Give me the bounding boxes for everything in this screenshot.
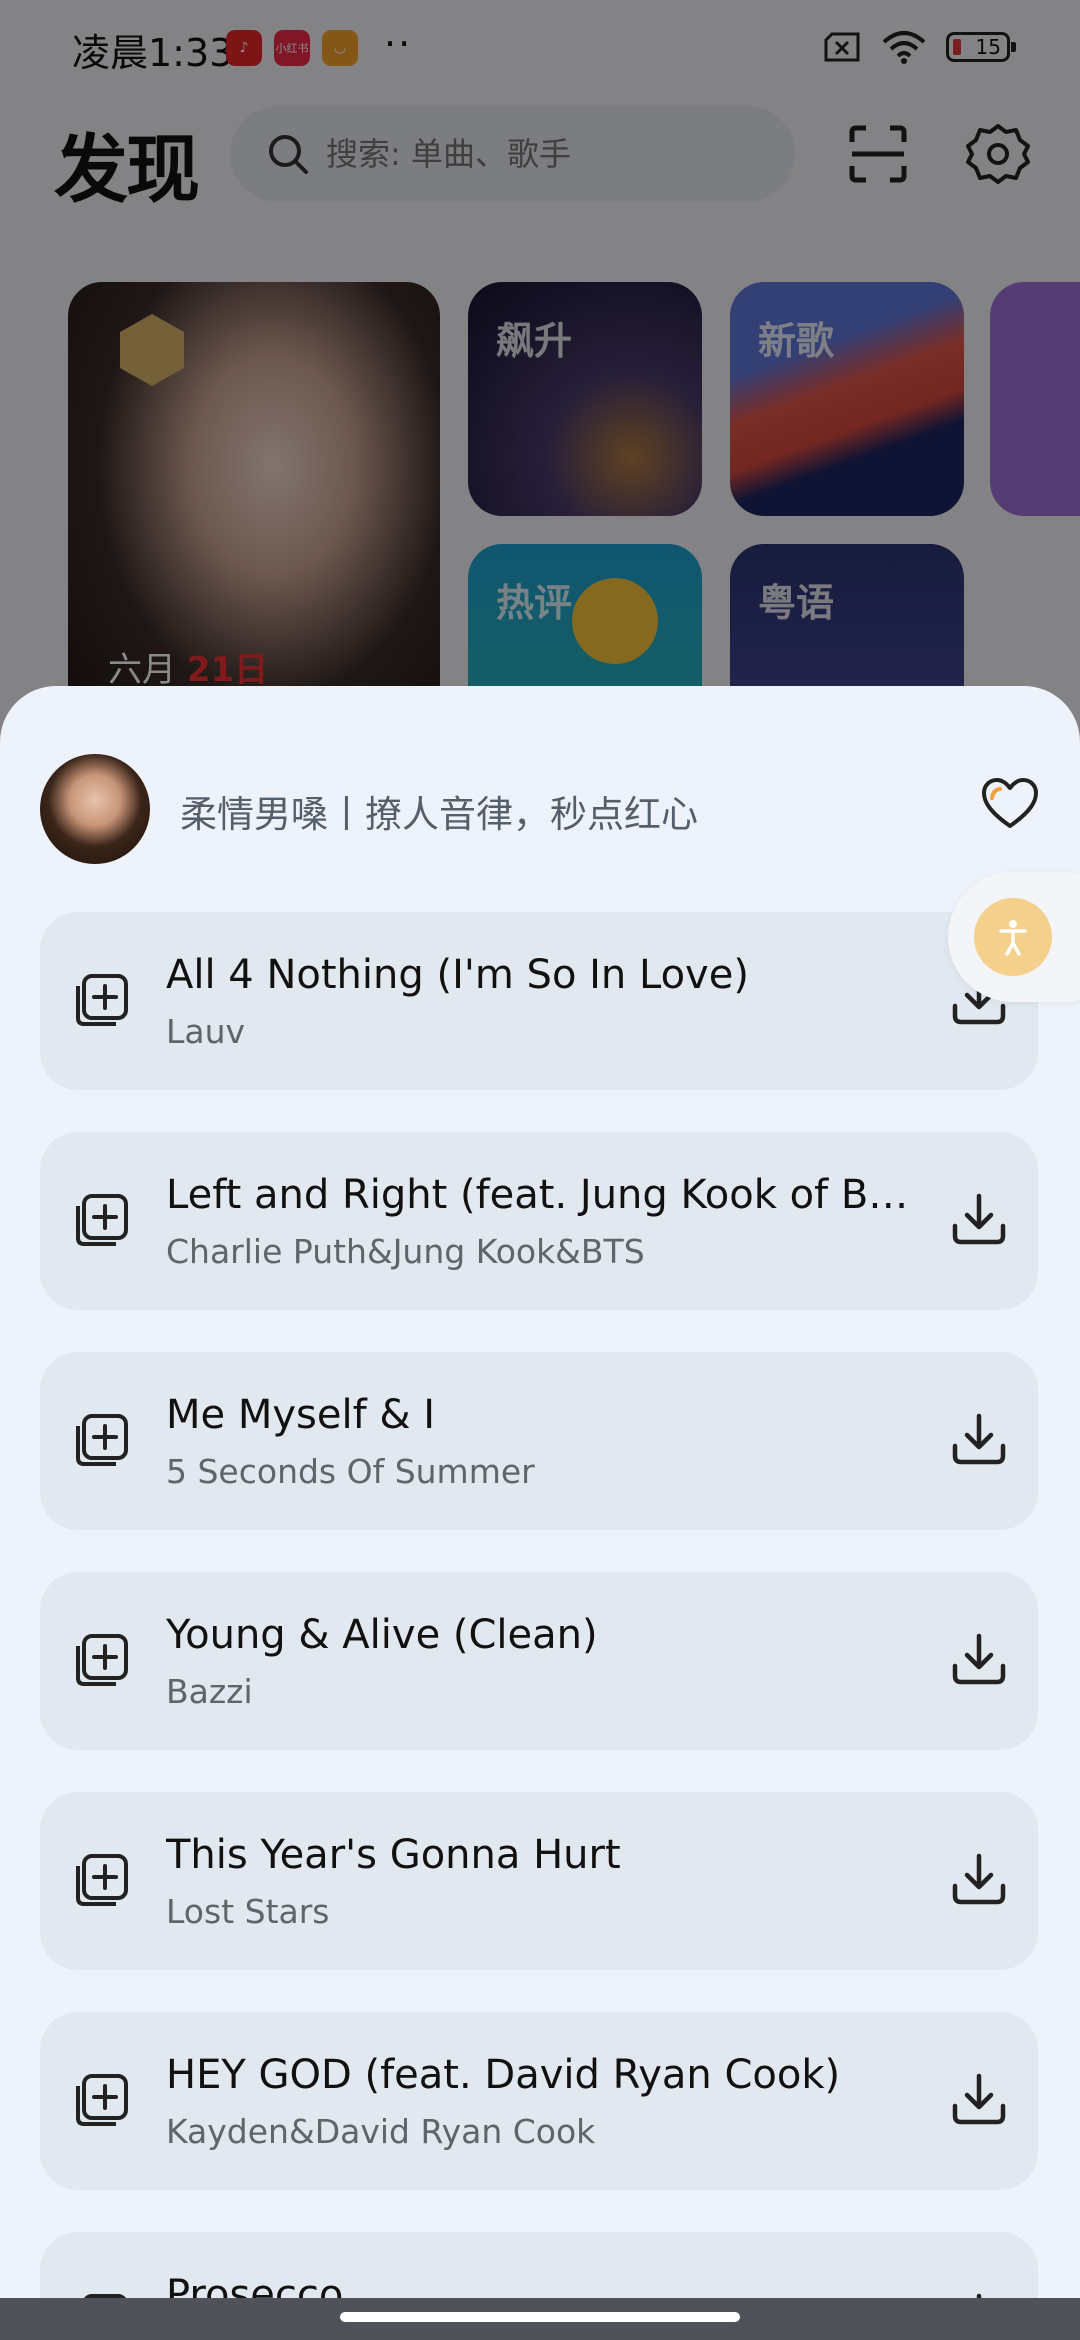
playlist-cover[interactable] [40,754,150,864]
accessibility-icon [974,898,1052,976]
song-row[interactable]: HEY GOD (feat. David Ryan Cook) Kayden&D… [40,2012,1038,2190]
song-artist: Kayden&David Ryan Cook [166,2112,596,2151]
song-artist: 5 Seconds Of Summer [166,1452,535,1491]
home-indicator[interactable] [340,2312,740,2322]
song-artist: Charlie Puth&Jung Kook&BTS [166,1232,645,1271]
heart-icon[interactable] [980,776,1040,830]
add-to-playlist-icon[interactable] [74,1412,130,1468]
accessibility-float-button[interactable] [948,872,1080,1002]
playlist-title: 柔情男嗓丨撩人音律，秒点红心 [180,793,698,836]
song-row[interactable]: Young & Alive (Clean) Bazzi [40,1572,1038,1750]
song-title: Young & Alive (Clean) [166,1612,598,1658]
add-to-playlist-icon[interactable] [74,1632,130,1688]
song-row[interactable]: Left and Right (feat. Jung Kook of BTS) … [40,1132,1038,1310]
song-row[interactable]: All 4 Nothing (I'm So In Love) Lauv [40,912,1038,1090]
song-title: Me Myself & I [166,1392,436,1438]
add-to-playlist-icon[interactable] [74,1852,130,1908]
download-icon[interactable] [950,1410,1008,1468]
song-title: This Year's Gonna Hurt [166,1832,621,1878]
download-icon[interactable] [950,1190,1008,1248]
song-row[interactable]: This Year's Gonna Hurt Lost Stars [40,1792,1038,1970]
song-title: All 4 Nothing (I'm So In Love) [166,952,749,998]
song-row[interactable]: Me Myself & I 5 Seconds Of Summer [40,1352,1038,1530]
download-icon[interactable] [950,1850,1008,1908]
song-artist: Bazzi [166,1672,253,1711]
download-icon[interactable] [950,2070,1008,2128]
download-icon[interactable] [950,1630,1008,1688]
song-artist: Lost Stars [166,1892,330,1931]
playlist-sheet: 柔情男嗓丨撩人音律，秒点红心 All 4 Nothing (I'm So In … [0,686,1080,2340]
add-to-playlist-icon[interactable] [74,2072,130,2128]
add-to-playlist-icon[interactable] [74,972,130,1028]
song-title: Left and Right (feat. Jung Kook of BTS) [166,1172,926,1218]
add-to-playlist-icon[interactable] [74,1192,130,1248]
playlist-header: 柔情男嗓丨撩人音律，秒点红心 [40,754,1040,866]
song-title: HEY GOD (feat. David Ryan Cook) [166,2052,841,2098]
song-artist: Lauv [166,1012,246,1051]
